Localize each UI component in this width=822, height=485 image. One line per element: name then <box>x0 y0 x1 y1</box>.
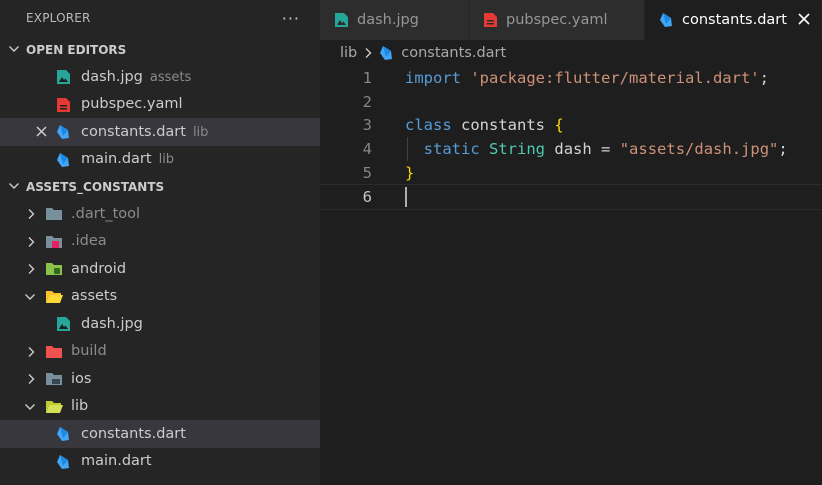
chevron-right-icon <box>28 374 35 384</box>
tree-file-main-dart[interactable]: main.dart <box>0 448 320 476</box>
chevron-down-icon <box>9 46 19 52</box>
project-folder-header[interactable]: ASSETS_CONSTANTS <box>0 173 320 200</box>
explorer-header: EXPLORER ··· <box>0 0 320 36</box>
idea-folder-icon <box>46 235 62 248</box>
chevron-down-icon <box>25 293 35 300</box>
image-file-icon <box>57 70 70 84</box>
tree-folder-idea[interactable]: .idea <box>0 228 320 256</box>
file-name: constants.dart <box>81 123 186 140</box>
folder-icon <box>46 208 62 220</box>
breadcrumb-folder[interactable]: lib <box>340 45 357 61</box>
tree-file-constants-dart[interactable]: constants.dart <box>0 420 320 448</box>
chevron-right-icon <box>28 209 35 219</box>
build-folder-icon <box>46 345 62 358</box>
code-line-current: 6 <box>320 184 822 211</box>
explorer-sidebar: EXPLORER ··· OPEN EDITORS dash.jpg assets… <box>0 0 320 485</box>
open-editors-header[interactable]: OPEN EDITORS <box>0 36 320 63</box>
line-number: 1 <box>362 68 372 87</box>
text-cursor <box>405 187 407 208</box>
file-name: pubspec.yaml <box>81 96 183 113</box>
tree-folder-build[interactable]: build <box>0 338 320 366</box>
dart-file-icon <box>57 427 69 441</box>
file-name: dash.jpg <box>81 68 143 85</box>
line-number: 4 <box>362 139 372 158</box>
close-icon[interactable] <box>35 125 48 138</box>
editor-tabs: dash.jpg pubspec.yaml constants.dart <box>320 0 822 40</box>
breadcrumb: lib constants.dart <box>320 40 822 66</box>
file-desc: assets <box>149 69 192 85</box>
breadcrumb-file[interactable]: constants.dart <box>401 45 506 61</box>
line-number: 6 <box>362 188 372 207</box>
image-file-icon <box>57 317 70 331</box>
image-file-icon <box>335 13 348 27</box>
tree-folder-dart-tool[interactable]: .dart_tool <box>0 200 320 228</box>
dart-file-icon <box>380 46 393 60</box>
lib-folder-open-icon <box>46 400 63 413</box>
tree-folder-assets[interactable]: assets <box>0 283 320 311</box>
explorer-title: EXPLORER <box>26 11 91 25</box>
dart-file-icon <box>57 152 69 167</box>
open-editor-constants-dart[interactable]: constants.dart lib <box>0 118 320 146</box>
open-editor-main-dart[interactable]: main.dart lib <box>0 146 320 174</box>
line-number: 3 <box>362 116 372 135</box>
file-desc: lib <box>192 124 209 140</box>
tree-file-dash-jpg[interactable]: dash.jpg <box>0 310 320 338</box>
chevron-right-icon <box>365 48 372 58</box>
line-number: 2 <box>362 92 372 111</box>
chevron-down-icon <box>25 403 35 410</box>
tab-pubspec-yaml[interactable]: pubspec.yaml <box>469 0 645 40</box>
tab-label: pubspec.yaml <box>506 12 608 28</box>
tree-folder-ios[interactable]: ios <box>0 365 320 393</box>
chevron-down-icon <box>9 183 19 189</box>
android-folder-icon <box>46 263 62 275</box>
more-actions-icon[interactable]: ··· <box>282 9 300 28</box>
tab-dash-jpg[interactable]: dash.jpg <box>320 0 469 40</box>
code-line: 2 <box>320 90 822 114</box>
file-name: main.dart <box>81 151 152 168</box>
open-editor-dash-jpg[interactable]: dash.jpg assets <box>0 63 320 91</box>
ios-folder-icon <box>46 373 62 385</box>
dart-file-icon <box>660 13 672 27</box>
yaml-file-icon <box>57 97 70 112</box>
tab-label: constants.dart <box>682 12 787 28</box>
line-number: 5 <box>362 163 372 182</box>
tree-folder-lib[interactable]: lib <box>0 393 320 421</box>
dart-file-icon <box>57 125 69 139</box>
tab-label: dash.jpg <box>357 12 419 28</box>
code-line: 1 import 'package:flutter/material.dart'… <box>320 66 822 90</box>
tab-constants-dart[interactable]: constants.dart <box>645 0 822 40</box>
code-line: 3 class constants { <box>320 113 822 137</box>
code-editor[interactable]: 1 import 'package:flutter/material.dart'… <box>320 66 822 485</box>
dart-file-icon <box>57 454 69 469</box>
code-line: 4 static String dash = "assets/dash.jpg"… <box>320 137 822 162</box>
open-editor-pubspec-yaml[interactable]: pubspec.yaml <box>0 91 320 119</box>
file-desc: lib <box>158 152 175 168</box>
chevron-right-icon <box>28 236 35 247</box>
folder-open-icon <box>46 290 63 303</box>
code-line: 5 } <box>320 161 822 185</box>
chevron-right-icon <box>28 346 35 357</box>
tree-folder-android[interactable]: android <box>0 255 320 283</box>
yaml-file-icon <box>484 13 497 27</box>
close-icon[interactable] <box>797 12 811 26</box>
chevron-right-icon <box>28 264 35 274</box>
